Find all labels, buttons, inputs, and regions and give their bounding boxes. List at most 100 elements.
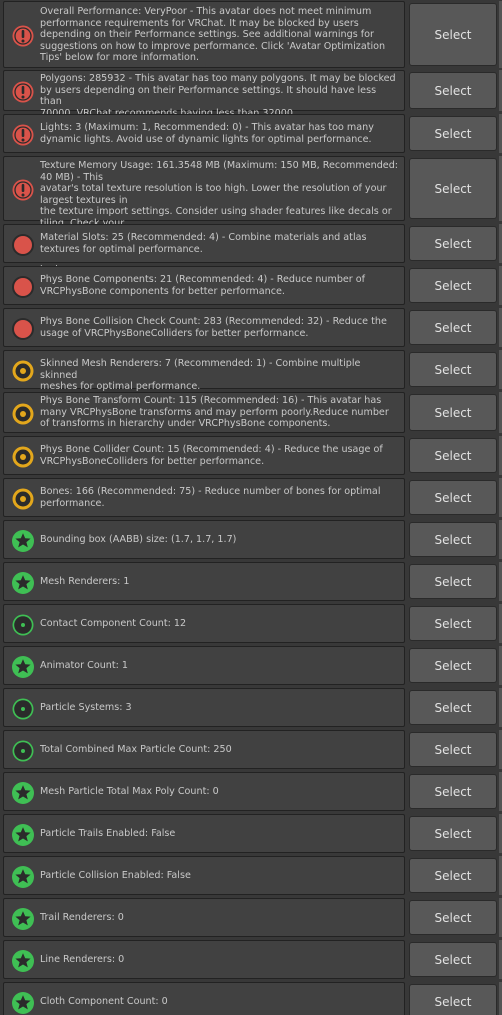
medium-icon [11,487,35,511]
select-button[interactable]: Select [409,564,497,599]
select-button[interactable]: Select [409,438,497,473]
star-icon [11,529,35,553]
message-text: Animator Count: 1 [40,660,129,671]
select-button[interactable]: Select [409,394,497,431]
performance-message-row: Phys Bone Transform Count: 115 (Recommen… [0,392,502,433]
message-text: Total Combined Max Particle Count: 250 [40,744,232,755]
message-box: Phys Bone Collision Check Count: 283 (Re… [3,308,405,347]
select-button[interactable]: Select [409,606,497,641]
performance-message-row: Mesh Renderers: 1 Select [0,562,502,601]
message-box: Bounding box (AABB) size: (1.7, 1.7, 1.7… [3,520,405,559]
message-text: Phys Bone Collision Check Count: 283 (Re… [40,316,387,339]
message-text: Contact Component Count: 12 [40,618,187,629]
performance-message-row: Total Combined Max Particle Count: 250 Se… [0,730,502,769]
message-box: Cloth Component Count: 0 [3,982,405,1015]
very-poor-icon [11,233,35,257]
message-box: Mesh Particle Total Max Poly Count: 0 [3,772,405,811]
error-icon [11,178,35,202]
very-poor-icon [11,317,35,341]
select-button[interactable]: Select [409,116,497,151]
message-box: Mesh Renderers: 1 [3,562,405,601]
select-button[interactable]: Select [409,226,497,261]
message-text: Mesh Particle Total Max Poly Count: 0 [40,786,219,797]
performance-message-row: Bounding box (AABB) size: (1.7, 1.7, 1.7… [0,520,502,559]
select-button[interactable]: Select [409,900,497,935]
select-button[interactable]: Select [409,774,497,809]
star-icon [11,823,35,847]
performance-message-row: Overall Performance: VeryPoor - This ava… [0,1,502,68]
performance-message-row: Material Slots: 25 (Recommended: 4) - Co… [0,224,502,263]
select-button[interactable]: Select [409,310,497,345]
select-button[interactable]: Select [409,690,497,725]
performance-message-row: Mesh Particle Total Max Poly Count: 0 Sel… [0,772,502,811]
message-text: Cloth Component Count: 0 [40,996,168,1007]
select-button[interactable]: Select [409,648,497,683]
message-text: Material Slots: 25 (Recommended: 4) - Co… [40,232,367,255]
star-icon [11,949,35,973]
star-icon [11,571,35,595]
select-button[interactable]: Select [409,942,497,977]
message-box: Lights: 3 (Maximum: 1, Recommended: 0) -… [3,114,405,153]
performance-message-row: Skinned Mesh Renderers: 7 (Recommended: … [0,350,502,392]
message-text: Phys Bone Transform Count: 115 (Recommen… [40,395,389,430]
select-button[interactable]: Select [409,268,497,303]
message-box: Total Combined Max Particle Count: 250 [3,730,405,769]
message-box: Animator Count: 1 [3,646,405,685]
medium-icon [11,402,35,426]
message-box: Polygons: 285932 - This avatar has too m… [3,70,405,119]
performance-message-row: Polygons: 285932 - This avatar has too m… [0,70,502,119]
error-icon [11,80,35,104]
message-box: Particle Trails Enabled: False [3,814,405,853]
message-text: Mesh Renderers: 1 [40,576,130,587]
error-icon [11,24,35,48]
performance-message-row: Trail Renderers: 0 Select [0,898,502,937]
select-button[interactable]: Select [409,3,497,66]
select-button[interactable]: Select [409,858,497,893]
dot-icon [11,613,35,637]
star-icon [11,781,35,805]
message-text: Lights: 3 (Maximum: 1, Recommended: 0) -… [40,122,374,145]
select-button[interactable]: Select [409,816,497,851]
message-text: Bounding box (AABB) size: (1.7, 1.7, 1.7… [40,534,237,545]
medium-icon [11,359,35,383]
message-text: Trail Renderers: 0 [40,912,124,923]
select-button[interactable]: Select [409,732,497,767]
message-text: Particle Collision Enabled: False [40,870,191,881]
performance-message-row: Cloth Component Count: 0 Select [0,982,502,1015]
message-text: Phys Bone Collider Count: 15 (Recommende… [40,444,383,467]
select-button[interactable]: Select [409,72,497,109]
medium-icon [11,445,35,469]
message-box: Trail Renderers: 0 [3,898,405,937]
select-button[interactable]: Select [409,480,497,515]
performance-message-list: Overall Performance: VeryPoor - This ava… [0,0,502,1015]
dot-icon [11,739,35,763]
message-text: Bones: 166 (Recommended: 75) - Reduce nu… [40,486,381,509]
message-box: Particle Systems: 3 [3,688,405,727]
message-box: Texture Memory Usage: 161.3548 MB (Maxim… [3,156,405,275]
select-button[interactable]: Select [409,158,497,219]
performance-message-row: Phys Bone Collision Check Count: 283 (Re… [0,308,502,347]
message-text: Skinned Mesh Renderers: 7 (Recommended: … [40,358,361,393]
message-box: Material Slots: 25 (Recommended: 4) - Co… [3,224,405,263]
select-button[interactable]: Select [409,522,497,557]
message-box: Bones: 166 (Recommended: 75) - Reduce nu… [3,478,405,517]
error-icon [11,123,35,147]
message-box: Phys Bone Collider Count: 15 (Recommende… [3,436,405,475]
select-button[interactable]: Select [409,352,497,387]
performance-message-row: Particle Trails Enabled: False Select [0,814,502,853]
message-text: Phys Bone Components: 21 (Recommended: 4… [40,274,366,297]
performance-message-row: Lights: 3 (Maximum: 1, Recommended: 0) -… [0,114,502,153]
performance-message-row: Particle Collision Enabled: False Select [0,856,502,895]
star-icon [11,991,35,1015]
performance-message-row: Particle Systems: 3 Select [0,688,502,727]
message-box: Overall Performance: VeryPoor - This ava… [3,1,405,68]
message-box: Phys Bone Components: 21 (Recommended: 4… [3,266,405,305]
message-box: Contact Component Count: 12 [3,604,405,643]
select-button[interactable]: Select [409,984,497,1015]
message-text: Particle Systems: 3 [40,702,132,713]
message-text: Overall Performance: VeryPoor - This ava… [40,6,386,64]
performance-message-row: Texture Memory Usage: 161.3548 MB (Maxim… [0,156,502,275]
star-icon [11,907,35,931]
performance-message-row: Phys Bone Collider Count: 15 (Recommende… [0,436,502,475]
message-box: Phys Bone Transform Count: 115 (Recommen… [3,392,405,433]
